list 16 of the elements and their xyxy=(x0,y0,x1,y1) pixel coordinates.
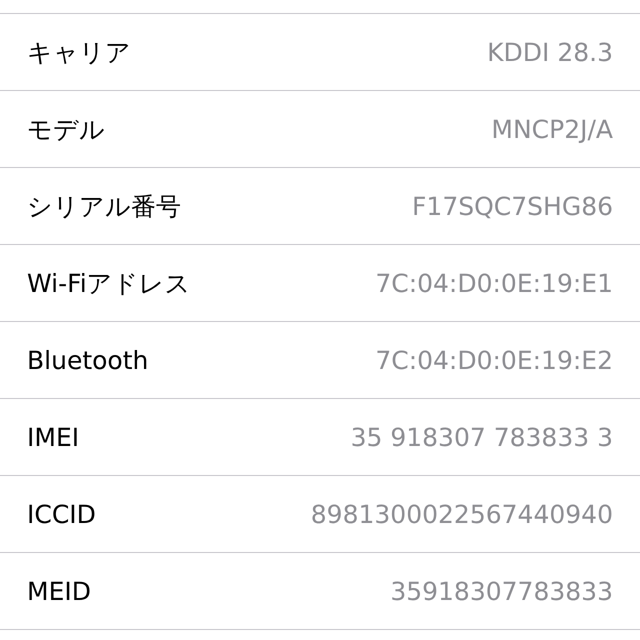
row-label: IMEI xyxy=(27,422,80,452)
row-label: モデル xyxy=(27,114,105,146)
row-value: 7C:04:D0:0E:19:E1 xyxy=(375,268,613,298)
row-label: キャリア xyxy=(27,36,131,68)
row-value: MNCP2J/A xyxy=(491,114,613,144)
row-value: 35918307783833 xyxy=(390,576,613,606)
row-value: F17SQC7SHG86 xyxy=(412,192,613,220)
row-label: Bluetooth xyxy=(27,346,148,374)
row-label: ICCID xyxy=(27,500,96,528)
row-label: MEID xyxy=(27,576,91,606)
row-value: 8981300022567440940 xyxy=(310,500,613,528)
row-label: シリアル番号 xyxy=(27,190,181,222)
row-value: 35 918307 783833 3 xyxy=(350,422,613,452)
row-value: 7C:04:D0:0E:19:E2 xyxy=(375,346,613,374)
row-value: KDDI 28.3 xyxy=(487,38,613,66)
row-label: Wi-Fiアドレス xyxy=(27,268,191,300)
